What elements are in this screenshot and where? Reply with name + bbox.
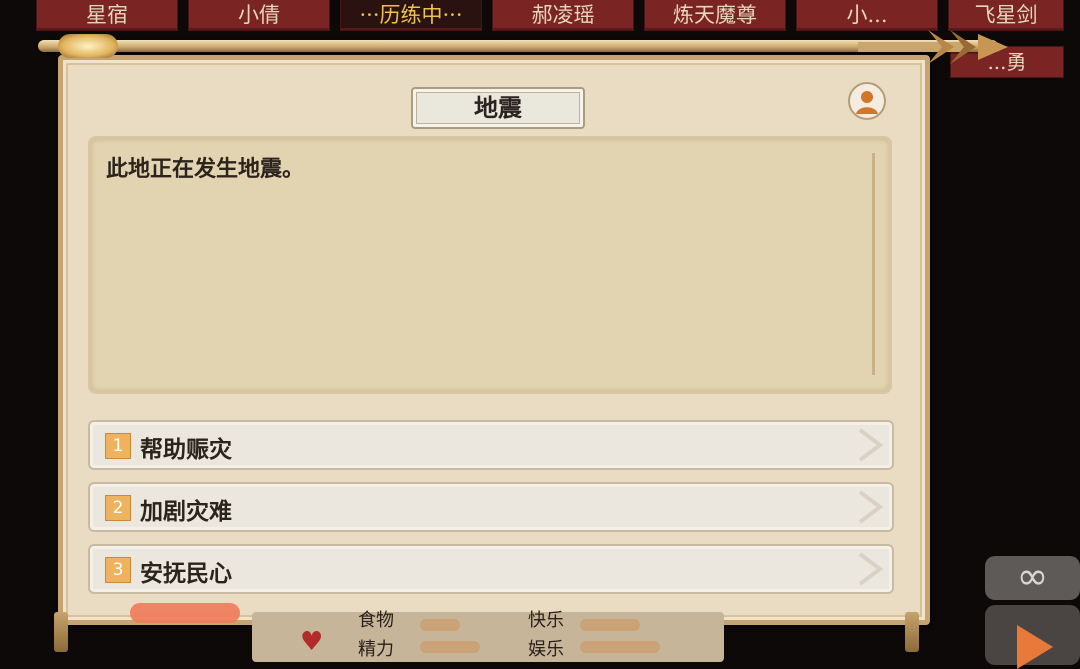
tab-label: ···历练中···: [359, 3, 463, 27]
event-title: 地震: [411, 87, 585, 129]
tab-label: 小倩: [238, 3, 280, 27]
choice-option-1[interactable]: 1 帮助赈灾: [88, 420, 894, 470]
tab-label: 郝凌瑶: [531, 3, 595, 27]
decorative-rail: [18, 30, 1018, 64]
auto-play-button[interactable]: ∞: [985, 556, 1080, 600]
energy-bar: [420, 641, 480, 653]
tab-character-4[interactable]: 炼天魔尊: [644, 0, 786, 31]
avatar-icon[interactable]: [848, 82, 886, 120]
choice-option-3[interactable]: 3 安抚民心: [88, 544, 894, 594]
play-button[interactable]: [985, 605, 1080, 669]
tab-label: 飞星剑: [974, 3, 1038, 27]
choice-label: 帮助赈灾: [140, 436, 232, 463]
choice-number: 2: [105, 495, 131, 521]
rail-bar: [38, 40, 998, 52]
stat-joy: 快乐: [528, 610, 564, 631]
tab-label: 炼天魔尊: [673, 3, 757, 27]
infinity-icon: ∞: [1016, 554, 1049, 598]
stat-food: 食物: [358, 610, 394, 631]
arrow-ornament-icon: [858, 30, 1008, 64]
choice-label: 安抚民心: [140, 560, 232, 587]
event-dialog: 地震 此地正在发生地震。 1 帮助赈灾 2 加剧灾难 3 安抚民心: [58, 55, 930, 625]
red-marker-stroke: [130, 603, 240, 623]
choice-number: 1: [105, 433, 131, 459]
joy-bar: [580, 619, 640, 631]
tab-character-active[interactable]: ···历练中···: [340, 0, 482, 31]
stat-entertainment: 娱乐: [528, 639, 564, 660]
avatar-icon-glyph: [856, 91, 878, 114]
tab-label: 小...: [846, 3, 888, 27]
option-arrow-icon: [858, 552, 884, 586]
tab-character-2[interactable]: 小倩: [188, 0, 330, 31]
tab-character-3[interactable]: 郝凌瑶: [492, 0, 634, 31]
event-description-box: 此地正在发生地震。: [88, 136, 892, 394]
play-icon: [1017, 625, 1053, 669]
scrollbar[interactable]: [872, 153, 875, 375]
tab-character-1[interactable]: 星宿: [36, 0, 178, 31]
choice-option-2[interactable]: 2 加剧灾难: [88, 482, 894, 532]
option-arrow-icon: [858, 490, 884, 524]
event-description: 此地正在发生地震。: [106, 156, 305, 182]
option-arrow-icon: [858, 428, 884, 462]
food-bar: [420, 619, 460, 631]
entertainment-bar: [580, 641, 660, 653]
rail-ornament: [58, 34, 118, 58]
tassel-ornament: [905, 612, 919, 652]
tassel-ornament: [54, 612, 68, 652]
choice-label: 加剧灾难: [140, 498, 232, 525]
heart-icon: ♥: [300, 627, 324, 657]
tab-label: 星宿: [86, 3, 128, 27]
stat-energy: 精力: [358, 639, 394, 660]
choice-number: 3: [105, 557, 131, 583]
